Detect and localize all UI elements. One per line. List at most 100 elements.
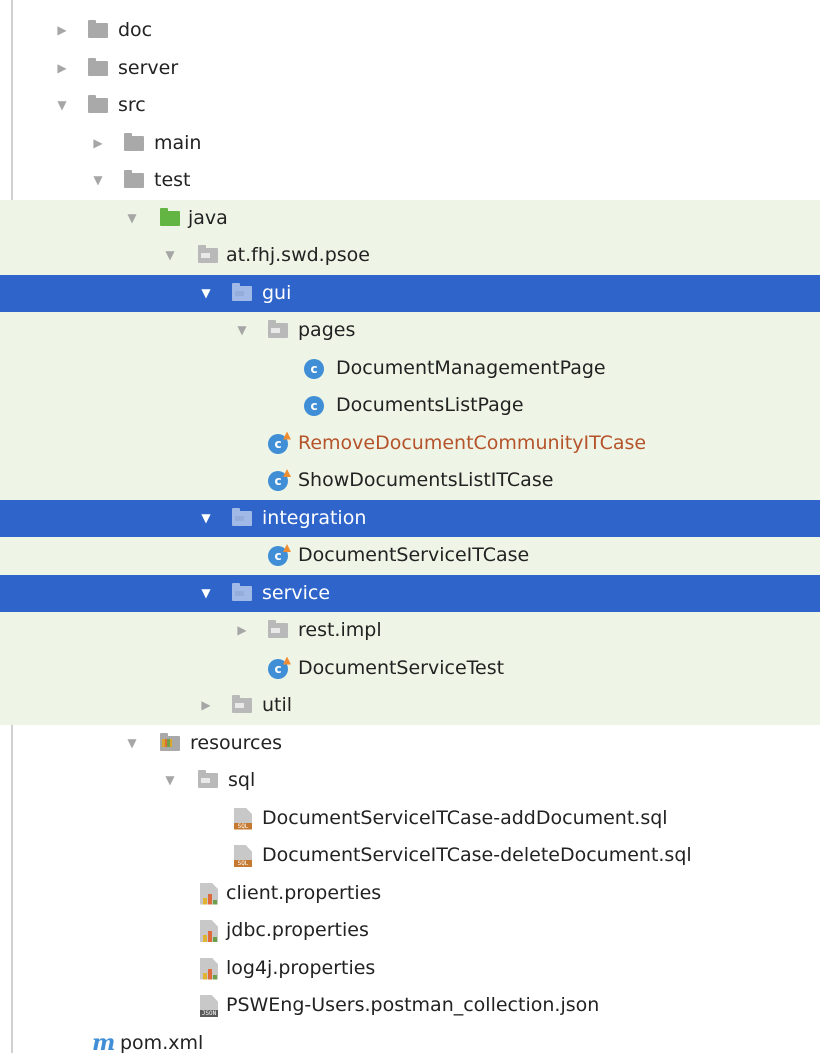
tree-item-log4j-properties[interactable]: log4j.properties xyxy=(0,950,820,988)
tree-item-util[interactable]: ▶ util xyxy=(0,687,820,725)
sql-file-icon: SQL xyxy=(234,845,252,867)
collapsed-arrow-icon[interactable]: ▶ xyxy=(234,612,250,650)
tree-item-label: ShowDocumentsListITCase xyxy=(298,462,553,500)
tree-item-jdbc-properties[interactable]: jdbc.properties xyxy=(0,912,820,950)
folder-icon xyxy=(88,98,108,113)
expanded-arrow-icon[interactable]: ▼ xyxy=(90,162,106,200)
expanded-arrow-icon[interactable]: ▼ xyxy=(198,575,214,613)
tree-item-label: DocumentServiceITCase xyxy=(298,537,529,575)
json-tag: JSON xyxy=(200,1010,218,1017)
expanded-arrow-icon[interactable]: ▼ xyxy=(162,762,178,800)
sql-tag: SQL xyxy=(234,823,252,830)
package-icon xyxy=(232,698,252,713)
tree-item-remove-document-community-itcase[interactable]: c RemoveDocumentCommunityITCase xyxy=(0,425,820,463)
properties-file-icon xyxy=(200,958,218,980)
folder-icon xyxy=(124,173,144,188)
folder-icon xyxy=(124,136,144,151)
tree-item-label: DocumentsListPage xyxy=(336,387,524,425)
folder-icon xyxy=(88,23,108,38)
tree-item-resources[interactable]: ▼ resources xyxy=(0,725,820,763)
tree-item-label: at.fhj.swd.psoe xyxy=(226,237,370,275)
tree-item-label: java xyxy=(188,200,228,238)
tree-item-gui[interactable]: ▼ gui xyxy=(0,275,820,313)
tree-item-label: resources xyxy=(190,725,282,763)
tree-item-label: sql xyxy=(228,762,255,800)
tree-item-label: util xyxy=(262,687,292,725)
tree-item-service[interactable]: ▼ service xyxy=(0,575,820,613)
tree-item-label: DocumentServiceITCase-addDocument.sql xyxy=(262,800,668,838)
properties-file-icon xyxy=(200,883,218,905)
tree-item-label: doc xyxy=(118,12,152,50)
package-icon xyxy=(198,248,218,263)
tree-item-sql[interactable]: ▼ sql xyxy=(0,762,820,800)
json-file-icon: JSON xyxy=(200,995,218,1017)
tree-item-label: PSWEng-Users.postman_collection.json xyxy=(226,987,599,1025)
expanded-arrow-icon[interactable]: ▼ xyxy=(124,200,140,238)
tree-item-sql-add-document[interactable]: SQL DocumentServiceITCase-addDocument.sq… xyxy=(0,800,820,838)
expanded-arrow-icon[interactable]: ▼ xyxy=(234,312,250,350)
package-icon xyxy=(268,323,288,338)
collapsed-arrow-icon[interactable]: ▶ xyxy=(54,50,70,88)
collapsed-arrow-icon[interactable]: ▶ xyxy=(90,125,106,163)
project-tree[interactable]: ▶ doc ▶ server ▼ src ▶ main ▼ test ▼ jav… xyxy=(0,12,820,1062)
tree-item-label: gui xyxy=(262,275,291,313)
tree-item-label: DocumentServiceTest xyxy=(298,650,504,688)
tree-item-main[interactable]: ▶ main xyxy=(0,125,820,163)
tree-item-documents-list-page[interactable]: c DocumentsListPage xyxy=(0,387,820,425)
folder-icon xyxy=(198,773,218,788)
tree-item-pages[interactable]: ▼ pages xyxy=(0,312,820,350)
tree-item-label: pages xyxy=(298,312,355,350)
tree-item-package[interactable]: ▼ at.fhj.swd.psoe xyxy=(0,237,820,275)
tree-item-label: rest.impl xyxy=(298,612,382,650)
package-icon xyxy=(232,286,252,301)
tree-item-label: integration xyxy=(262,500,366,538)
tree-item-label: log4j.properties xyxy=(226,950,375,988)
expanded-arrow-icon[interactable]: ▼ xyxy=(198,500,214,538)
expanded-arrow-icon[interactable]: ▼ xyxy=(162,237,178,275)
tree-item-label: main xyxy=(154,125,201,163)
test-class-icon: c xyxy=(268,471,288,491)
tree-item-java[interactable]: ▼ java xyxy=(0,200,820,238)
package-icon xyxy=(232,511,252,526)
class-icon: c xyxy=(304,396,324,416)
maven-icon: m xyxy=(92,1025,115,1062)
tree-item-label: client.properties xyxy=(226,875,381,913)
expanded-arrow-icon[interactable]: ▼ xyxy=(198,275,214,313)
resources-folder-icon xyxy=(160,736,180,751)
test-class-icon: c xyxy=(268,434,288,454)
tree-item-label: pom.xml xyxy=(120,1025,203,1062)
test-class-icon: c xyxy=(268,546,288,566)
expanded-arrow-icon[interactable]: ▼ xyxy=(54,87,70,125)
tree-item-show-documents-list-itcase[interactable]: c ShowDocumentsListITCase xyxy=(0,462,820,500)
package-icon xyxy=(268,623,288,638)
test-class-icon: c xyxy=(268,659,288,679)
test-folder-icon xyxy=(160,211,180,226)
tree-item-label: DocumentManagementPage xyxy=(336,350,606,388)
tree-item-pom[interactable]: m pom.xml xyxy=(0,1025,820,1062)
tree-item-label: service xyxy=(262,575,330,613)
tree-item-label: RemoveDocumentCommunityITCase xyxy=(298,425,646,463)
tree-item-server[interactable]: ▶ server xyxy=(0,50,820,88)
expanded-arrow-icon[interactable]: ▼ xyxy=(124,725,140,763)
tree-item-label: jdbc.properties xyxy=(226,912,369,950)
properties-file-icon xyxy=(200,920,218,942)
tree-item-document-service-itcase[interactable]: c DocumentServiceITCase xyxy=(0,537,820,575)
tree-item-rest-impl[interactable]: ▶ rest.impl xyxy=(0,612,820,650)
tree-item-postman-json[interactable]: JSON PSWEng-Users.postman_collection.jso… xyxy=(0,987,820,1025)
tree-item-doc[interactable]: ▶ doc xyxy=(0,12,820,50)
folder-icon xyxy=(88,61,108,76)
collapsed-arrow-icon[interactable]: ▶ xyxy=(54,12,70,50)
tree-item-label: test xyxy=(154,162,191,200)
sql-file-icon: SQL xyxy=(234,808,252,830)
tree-item-test[interactable]: ▼ test xyxy=(0,162,820,200)
tree-item-sql-delete-document[interactable]: SQL DocumentServiceITCase-deleteDocument… xyxy=(0,837,820,875)
sql-tag: SQL xyxy=(234,860,252,867)
class-icon: c xyxy=(304,359,324,379)
tree-item-src[interactable]: ▼ src xyxy=(0,87,820,125)
tree-item-integration[interactable]: ▼ integration xyxy=(0,500,820,538)
tree-item-document-management-page[interactable]: c DocumentManagementPage xyxy=(0,350,820,388)
tree-item-document-service-test[interactable]: c DocumentServiceTest xyxy=(0,650,820,688)
tree-item-client-properties[interactable]: client.properties xyxy=(0,875,820,913)
tree-item-label: src xyxy=(118,87,146,125)
collapsed-arrow-icon[interactable]: ▶ xyxy=(198,687,214,725)
